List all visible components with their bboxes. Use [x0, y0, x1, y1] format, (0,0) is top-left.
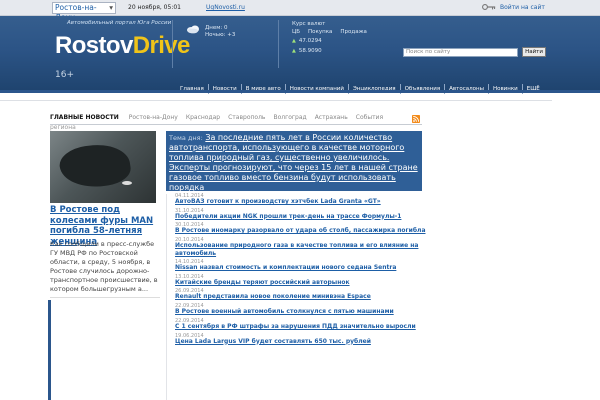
rate-usd: ▲ 47.0294 — [292, 37, 375, 45]
image-object — [122, 181, 132, 185]
list-item: 22.09.2014 В Ростове военный автомобиль с… — [175, 302, 420, 317]
topic-label: Тема дня: — [169, 134, 203, 142]
news-link[interactable]: В Ростове иномарку разорвало от удара об… — [175, 227, 426, 234]
news-link[interactable]: Победители акции NGK прошли трек-день на… — [175, 213, 401, 220]
news-link[interactable]: Китайские бренды теряют российский автор… — [175, 279, 350, 286]
rate-usd-value: 47.0294 — [298, 38, 322, 44]
divider — [166, 194, 167, 400]
tab-events-region[interactable]: региона — [50, 124, 76, 131]
current-datetime: 20 ноября, 05:01 — [128, 4, 181, 11]
news-link[interactable]: Использование природного газа в качестве… — [175, 242, 420, 258]
weather-widget: Днем: 0 Ночью: +3 — [205, 25, 235, 39]
news-list: 04.11.2014 АвтоВАЗ готовит к производству… — [175, 192, 426, 347]
image-object — [57, 140, 133, 192]
logo-text-rostov: Rostov — [55, 32, 133, 59]
list-item: 04.11.2014 АвтоВАЗ готовит к производству… — [175, 192, 420, 207]
logo-text-drive: Drive — [132, 32, 191, 59]
chevron-down-icon: ▾ — [109, 3, 113, 12]
divider — [0, 100, 552, 101]
left-accent-bar — [48, 300, 51, 400]
rate-eur-value: 58.9090 — [298, 48, 322, 54]
topic-link[interactable]: За последние пять лет в России количеств… — [169, 133, 418, 192]
news-link[interactable]: В Ростове военный автомобиль столкнулся … — [175, 308, 394, 315]
header-bottom-bar — [0, 90, 600, 93]
news-link[interactable]: Цена Lada Largus VIP будет составлять 65… — [175, 338, 371, 345]
news-link[interactable]: С 1 сентября в РФ штрафы за нарушения ПД… — [175, 323, 416, 330]
list-item: 19.06.2014 Цена Lada Largus VIP будет сос… — [175, 332, 420, 347]
rates-title: Курс валют — [292, 21, 326, 27]
header-divider — [172, 20, 173, 68]
search-input[interactable]: Поиск по сайту — [403, 48, 518, 57]
top-bar: Ростов-на-Дону▾ 20 ноября, 05:01 UgNovos… — [0, 0, 600, 22]
ugnovosti-link[interactable]: UgNovosti.ru — [206, 4, 245, 11]
list-item: 31.10.2014 Победители акции NGK прошли тр… — [175, 207, 420, 222]
city-select[interactable]: Ростов-на-Дону▾ — [52, 2, 116, 22]
divider — [50, 297, 160, 298]
site-slogan: Автомобильный портал Юга России — [67, 20, 172, 26]
topic-of-day: Тема дня: За последние пять лет в России… — [166, 131, 422, 192]
currency-rates: Курс валют ЦБ Покупка Продажа ▲ 47.0294 ▲ 58… — [292, 21, 375, 55]
featured-news-image[interactable] — [50, 131, 156, 203]
list-item: 30.10.2014 В Ростове иномарку разорвало о… — [175, 221, 426, 236]
list-item: 14.10.2014 Nissan назвал стоимость и комп… — [175, 258, 420, 273]
cloud-icon — [187, 25, 199, 34]
login-link[interactable]: Войти на сайт — [500, 4, 545, 11]
tabs-underline — [50, 124, 422, 125]
weather-day: Днем: 0 — [205, 25, 228, 31]
weather-night: Ночью: +3 — [205, 32, 236, 38]
rss-icon[interactable] — [412, 115, 420, 123]
arrow-up-icon: ▲ — [292, 48, 296, 54]
key-icon — [482, 4, 496, 10]
site-header: Автомобильный портал Юга России RostovDr… — [0, 16, 600, 94]
rates-header: ЦБ Покупка Продажа — [292, 29, 375, 35]
list-item: 13.10.2014 Китайские бренды теряют россий… — [175, 273, 420, 288]
news-link[interactable]: Nissan назвал стоимость и комплектации н… — [175, 264, 396, 271]
rates-col-cb: ЦБ — [292, 29, 301, 35]
featured-news-desc: Как сообщили в пресс-службе ГУ МВД РФ по… — [50, 240, 158, 293]
list-item: 26.09.2014 Renault представила новое поко… — [175, 287, 420, 302]
header-divider — [278, 20, 279, 68]
rate-eur: ▲ 58.9090 — [292, 47, 375, 55]
search-button[interactable]: Найти — [522, 47, 546, 57]
rates-col-sell: Продажа — [340, 29, 367, 35]
rates-col-buy: Покупка — [308, 29, 333, 35]
arrow-up-icon: ▲ — [292, 38, 296, 44]
site-logo[interactable]: RostovDrive — [55, 34, 190, 58]
list-item: 20.10.2014 Использование природного газа … — [175, 236, 420, 258]
news-link[interactable]: АвтоВАЗ готовит к производству хэтчбек L… — [175, 198, 381, 205]
news-link[interactable]: Renault представила новое поколение мини… — [175, 293, 371, 300]
list-item: 22.09.2014 С 1 сентября в РФ штрафы за на… — [175, 317, 420, 332]
age-rating: 16+ — [55, 70, 74, 80]
